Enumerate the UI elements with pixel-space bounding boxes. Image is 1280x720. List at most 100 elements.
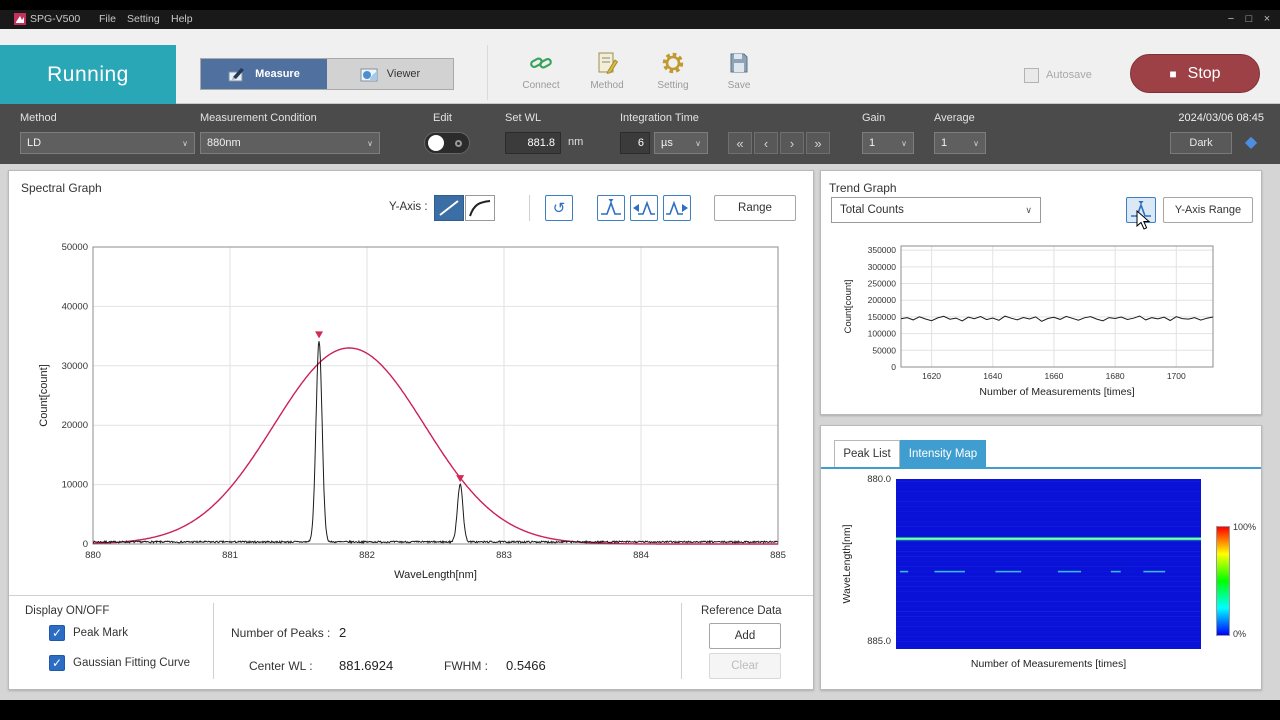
method-field-label: Method: [20, 112, 57, 124]
method-label: Method: [579, 80, 635, 91]
undo-icon: ↺: [553, 199, 566, 217]
svg-text:150000: 150000: [868, 312, 897, 322]
set-wl-label: Set WL: [505, 112, 541, 124]
check-icon: ✓: [52, 626, 62, 640]
dark-button[interactable]: Dark: [1170, 132, 1232, 154]
autosave-checkbox[interactable]: [1024, 68, 1039, 83]
svg-text:250000: 250000: [868, 279, 897, 289]
app-window: SPG-V500 File Setting Help − □ × Running: [0, 10, 1280, 700]
minimize-button[interactable]: −: [1222, 10, 1240, 29]
tab-underline: [821, 467, 1261, 469]
app-title: SPG-V500: [30, 10, 80, 29]
svg-text:883: 883: [496, 550, 512, 561]
average-select[interactable]: 1 ∨: [934, 132, 986, 154]
chevron-down-icon: ∨: [367, 139, 373, 148]
menu-help[interactable]: Help: [171, 10, 193, 29]
method-select[interactable]: LD ∨: [20, 132, 195, 154]
gain-select[interactable]: 1 ∨: [862, 132, 914, 154]
status-running-badge: Running: [0, 45, 176, 104]
menu-file[interactable]: File: [99, 10, 116, 29]
stop-label: Stop: [1188, 65, 1221, 83]
tab-viewer[interactable]: Viewer: [327, 59, 453, 89]
menu-setting[interactable]: Setting: [127, 10, 160, 29]
svg-text:1660: 1660: [1044, 371, 1063, 381]
peak-next-icon: [665, 198, 689, 218]
connect-label: Connect: [513, 80, 569, 91]
svg-text:350000: 350000: [868, 245, 897, 255]
chevron-down-icon: ∨: [901, 139, 907, 148]
tab-intensity-map[interactable]: Intensity Map: [900, 440, 986, 467]
map-x-axis-title: Number of Measurements [times]: [896, 658, 1201, 670]
title-bar: SPG-V500 File Setting Help − □ ×: [0, 10, 1280, 29]
maximize-button[interactable]: □: [1240, 10, 1258, 29]
connect-button[interactable]: Connect: [513, 50, 569, 102]
set-wl-unit: nm: [568, 136, 583, 148]
stop-button[interactable]: ■ Stop: [1130, 54, 1260, 93]
tab-measure-label: Measure: [255, 68, 300, 80]
svg-text:0: 0: [83, 539, 88, 550]
nav-last-button[interactable]: »: [806, 132, 830, 154]
measurement-condition-select[interactable]: 880nm ∨: [200, 132, 380, 154]
screen: SPG-V500 File Setting Help − □ × Running: [0, 0, 1280, 720]
colorbar: [1216, 526, 1230, 636]
colorbar-max-label: 100%: [1233, 522, 1256, 532]
center-wl-label: Center WL :: [249, 659, 313, 673]
diamond-button[interactable]: ◆: [1240, 131, 1262, 153]
trend-graph-panel: Trend Graph Total Counts ∨ Y-Axis Range …: [820, 170, 1262, 415]
close-button[interactable]: ×: [1258, 10, 1276, 29]
nav-prev-button[interactable]: ‹: [754, 132, 778, 154]
y-axis-linear-button[interactable]: [434, 195, 464, 221]
spectral-chart[interactable]: 8808818828838848850100002000030000400005…: [11, 229, 811, 585]
fwhm-label: FWHM :: [444, 659, 488, 673]
set-wl-input[interactable]: 881.8: [505, 132, 561, 154]
edit-toggle[interactable]: [424, 132, 470, 154]
toggle-knob: [428, 135, 444, 151]
add-button[interactable]: Add: [709, 623, 781, 649]
peak-search-icon: [599, 198, 623, 218]
measure-icon: [228, 66, 248, 83]
trend-panel-title: Trend Graph: [829, 181, 897, 195]
tab-measure[interactable]: Measure: [201, 59, 327, 89]
integration-time-unit-select[interactable]: µs ∨: [654, 132, 708, 154]
nav-next-button[interactable]: ›: [780, 132, 804, 154]
peak-prev-button[interactable]: [630, 195, 658, 221]
svg-text:50000: 50000: [872, 345, 896, 355]
diamond-icon: ◆: [1245, 132, 1257, 152]
integration-time-input[interactable]: 6: [620, 132, 650, 154]
method-button[interactable]: Method: [579, 50, 635, 102]
gaussian-fitting-label: Gaussian Fitting Curve: [73, 657, 190, 669]
svg-text:1700: 1700: [1167, 371, 1186, 381]
peak-mark-checkbox[interactable]: ✓: [49, 625, 65, 641]
status-label: Running: [47, 63, 129, 87]
tab-peak-list-label: Peak List: [843, 448, 890, 460]
app-logo-icon: [14, 13, 26, 25]
autosave-label: Autosave: [1046, 69, 1092, 81]
setting-button[interactable]: Setting: [645, 50, 701, 102]
nav-first-button[interactable]: «: [728, 132, 752, 154]
undo-button[interactable]: ↺: [545, 195, 573, 221]
clear-button[interactable]: Clear: [709, 653, 781, 679]
tab-peak-list[interactable]: Peak List: [834, 440, 900, 467]
save-button[interactable]: Save: [711, 50, 767, 102]
peak-mark-label: Peak Mark: [73, 627, 128, 639]
svg-text:100000: 100000: [868, 329, 897, 339]
y-axis-range-button[interactable]: Y-Axis Range: [1163, 197, 1253, 223]
check-icon: ✓: [52, 656, 62, 670]
svg-text:20000: 20000: [62, 420, 88, 431]
spectral-graph-panel: Spectral Graph Y-Axis : ↺: [8, 170, 814, 690]
viewer-icon: [360, 66, 380, 83]
heatmap[interactable]: [896, 479, 1201, 649]
peak-next-button[interactable]: [663, 195, 691, 221]
results-divider: [213, 603, 214, 679]
gaussian-fitting-checkbox[interactable]: ✓: [49, 655, 65, 671]
map-y-axis-title: WaveLength[nm]: [841, 525, 853, 604]
peak-search-button[interactable]: [597, 195, 625, 221]
range-button[interactable]: Range: [714, 195, 796, 221]
setting-gear-icon: [661, 51, 685, 75]
trend-chart[interactable]: 1620164016601680170005000010000015000020…: [821, 231, 1263, 411]
y-axis-log-button[interactable]: [465, 195, 495, 221]
connect-icon: [529, 51, 553, 75]
trend-source-select[interactable]: Total Counts ∨: [831, 197, 1041, 223]
setting-label: Setting: [645, 80, 701, 91]
toggle-off-dot: [455, 140, 462, 147]
